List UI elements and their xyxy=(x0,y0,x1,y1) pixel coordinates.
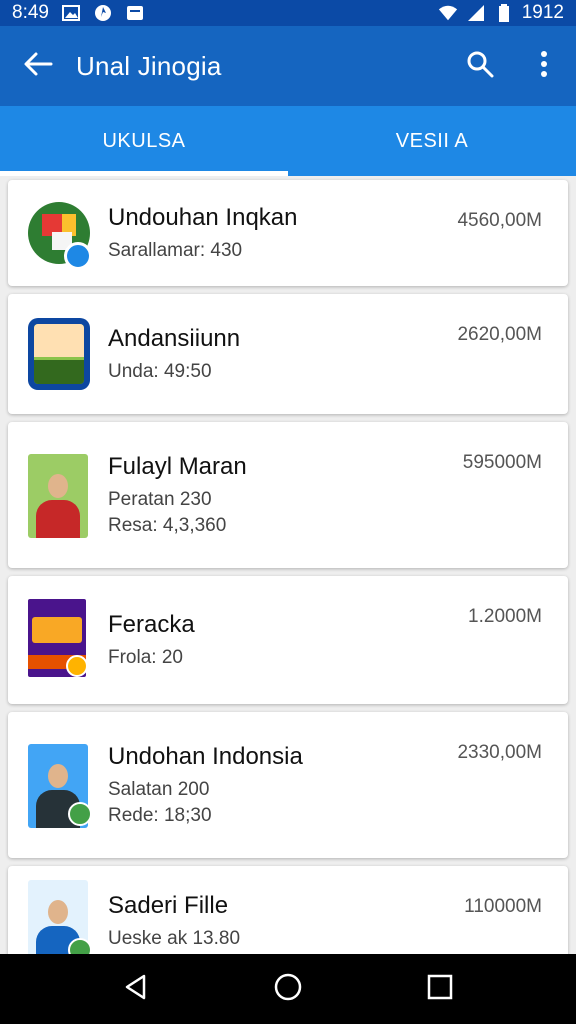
item-detail: Peratan 230 xyxy=(108,489,212,510)
signal-icon xyxy=(466,3,486,23)
tablet-thumbnail xyxy=(28,313,90,395)
tab-vesii-a[interactable]: VESII A xyxy=(288,106,576,176)
more-options-button[interactable] xyxy=(512,26,576,106)
back-button[interactable] xyxy=(0,26,76,106)
nav-back-button[interactable] xyxy=(112,965,160,1013)
poster-thumbnail xyxy=(28,599,90,681)
list-item[interactable]: Andansiiunn Unda: 49:50 2620,00M xyxy=(8,294,568,414)
list-item[interactable]: Feracka Frola: 20 1.2000M xyxy=(8,576,568,704)
status-right: 1912 xyxy=(438,2,564,24)
search-icon xyxy=(466,50,494,83)
list-item[interactable]: Fulayl Maran Peratan 230 Resa: 4,3,360 5… xyxy=(8,422,568,568)
poster-icon xyxy=(28,599,86,677)
image-icon xyxy=(61,3,81,23)
status-left: 8:49 xyxy=(12,2,145,24)
download-list[interactable]: Undouhan Inqkan Sarallamar: 430 4560,00M… xyxy=(0,176,576,954)
item-size: 2620,00M xyxy=(457,324,542,345)
app-bar-actions xyxy=(448,26,576,106)
tab-label: UKULSA xyxy=(102,129,186,152)
home-circle-icon xyxy=(273,972,303,1007)
person-icon xyxy=(28,454,88,538)
list-item[interactable]: Saderi Fille Ueske ak 13.80 110000M xyxy=(8,866,568,954)
badge-icon xyxy=(64,242,92,270)
item-detail: Ueske ak 13.80 xyxy=(108,928,241,949)
status-time: 8:49 xyxy=(12,2,49,23)
item-size: 1.2000M xyxy=(468,606,542,627)
item-detail: Sarallamar: 430 xyxy=(108,240,243,261)
recents-square-icon xyxy=(427,974,453,1005)
badge-icon xyxy=(68,802,92,826)
more-vert-icon xyxy=(540,50,548,82)
portrait-thumbnail xyxy=(28,880,92,954)
list-item[interactable]: Undohan Indonsia Salatan 200 Rede: 18;30… xyxy=(8,712,568,858)
circle-app-icon xyxy=(93,3,113,23)
search-button[interactable] xyxy=(448,26,512,106)
tab-ukulsa[interactable]: UKULSA xyxy=(0,106,288,176)
status-battery-text: 1912 xyxy=(521,2,564,23)
item-size: 110000M xyxy=(464,896,542,917)
portrait-thumbnail xyxy=(28,454,90,538)
app-logo-thumbnail xyxy=(28,192,92,274)
nav-recents-button[interactable] xyxy=(416,965,464,1013)
item-detail: Frola: 20 xyxy=(108,647,183,668)
item-detail: Rede: 18;30 xyxy=(108,805,212,826)
tab-label: VESII A xyxy=(395,129,469,152)
tab-bar: UKULSA VESII A xyxy=(0,106,576,176)
battery-icon xyxy=(494,3,514,23)
item-detail: Unda: 49:50 xyxy=(108,361,212,382)
app-bar: Unal Jinogia xyxy=(0,26,576,106)
item-detail: Salatan 200 xyxy=(108,779,210,800)
tablet-icon xyxy=(28,318,90,390)
system-nav-bar xyxy=(0,954,576,1024)
portrait-thumbnail xyxy=(28,744,92,828)
nav-home-button[interactable] xyxy=(264,965,312,1013)
badge-icon xyxy=(68,938,92,954)
wifi-icon xyxy=(438,3,458,23)
item-size: 4560,00M xyxy=(457,210,542,231)
list-item[interactable]: Undouhan Inqkan Sarallamar: 430 4560,00M xyxy=(8,180,568,286)
item-detail: Resa: 4,3,360 xyxy=(108,515,227,536)
back-triangle-icon xyxy=(122,973,150,1006)
page-title: Unal Jinogia xyxy=(76,50,222,81)
item-size: 595000M xyxy=(462,452,542,473)
status-bar: 8:49 1912 xyxy=(0,0,576,26)
message-icon xyxy=(125,3,145,23)
item-size: 2330,00M xyxy=(457,742,542,763)
arrow-left-icon xyxy=(23,51,53,82)
